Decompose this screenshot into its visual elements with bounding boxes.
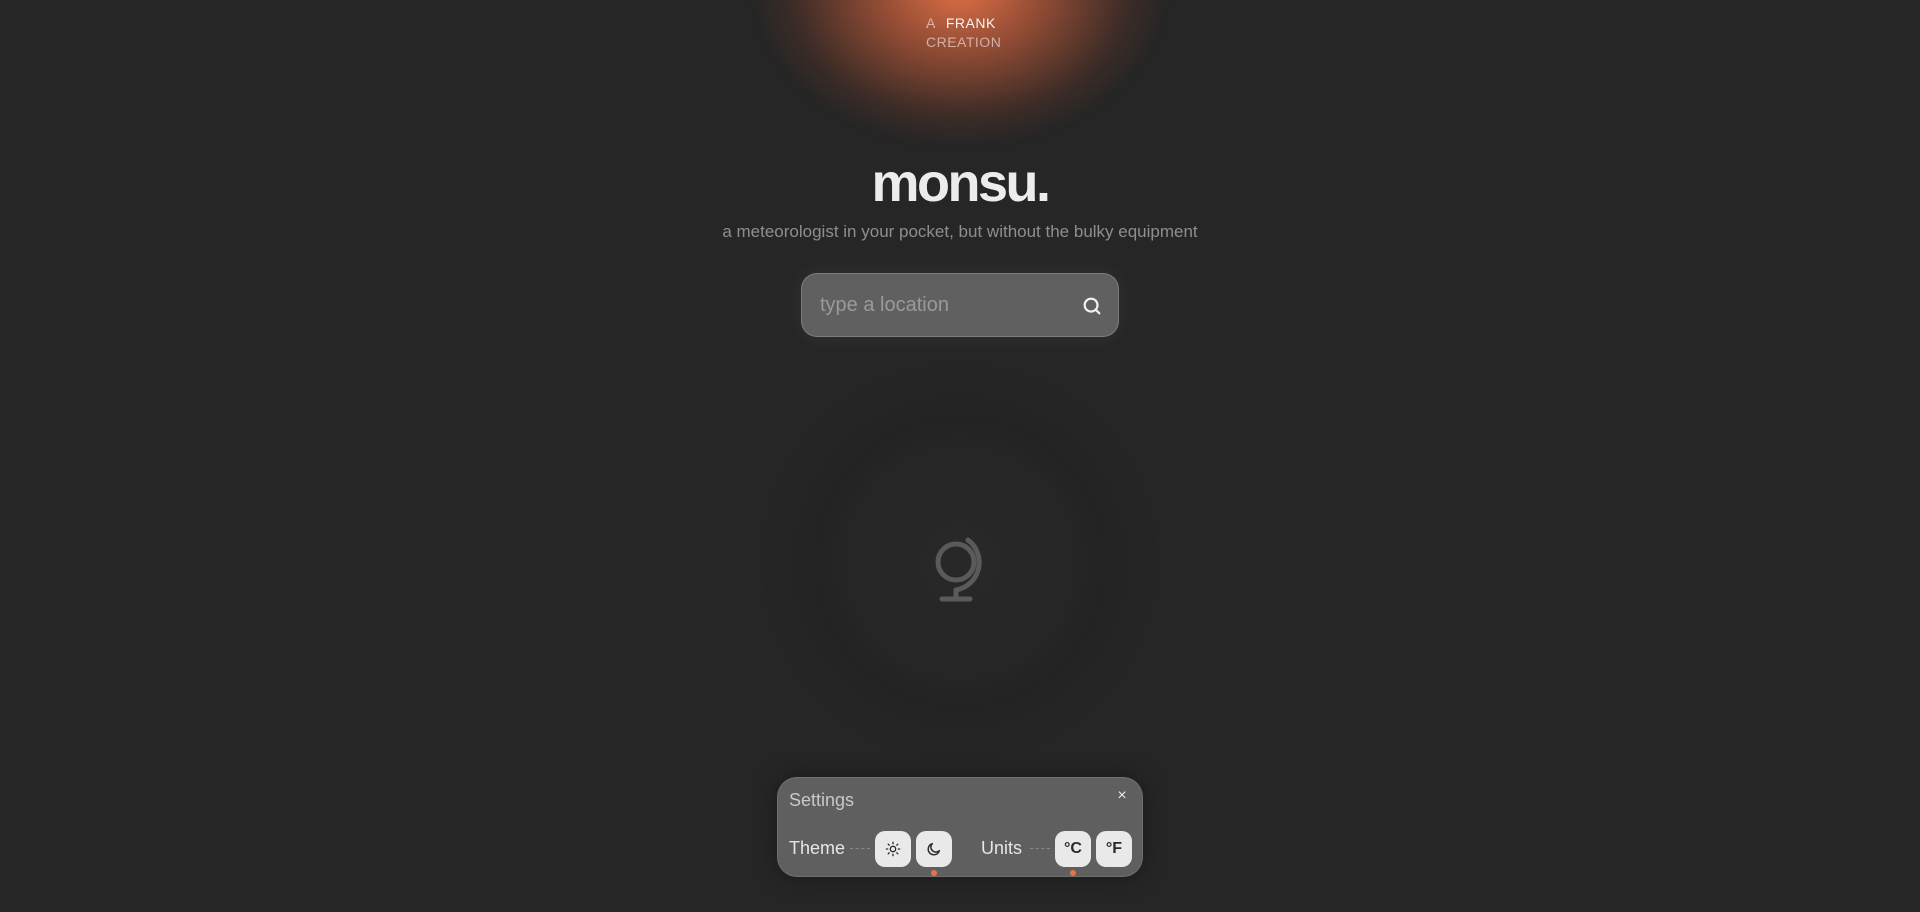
credit-name: FRANK	[945, 15, 996, 31]
search-box	[801, 273, 1119, 337]
units-divider	[1030, 848, 1050, 849]
units-label: Units	[981, 838, 1023, 858]
sun-icon	[885, 841, 901, 857]
theme-divider	[850, 848, 870, 849]
search-icon	[1083, 297, 1101, 315]
theme-selected-indicator	[931, 870, 937, 876]
settings-title: Settings	[789, 790, 855, 810]
empty-state-illustration	[816, 418, 1104, 706]
units-celsius-button[interactable]: °C	[1055, 831, 1091, 867]
units-fahrenheit-button[interactable]: °F	[1096, 831, 1132, 867]
theme-dark-button[interactable]	[916, 831, 952, 867]
app-page: A FRANK CREATION monsu. a meteorologist i…	[0, 0, 1920, 912]
credit-prefix: A	[926, 15, 936, 31]
app-title: monsu.	[871, 153, 1051, 213]
settings-panel: Settings × Theme Units °C °F	[777, 777, 1143, 877]
location-search-input[interactable]	[820, 274, 1070, 336]
globe-icon	[935, 537, 982, 602]
units-selected-indicator	[1070, 870, 1076, 876]
theme-light-button[interactable]	[875, 831, 911, 867]
app-subtitle: a meteorologist in your pocket, but with…	[722, 222, 1198, 241]
creator-credit: A FRANK CREATION	[926, 14, 1006, 52]
credit-suffix: CREATION	[926, 34, 1002, 50]
search-button[interactable]	[1080, 294, 1104, 318]
theme-label: Theme	[789, 838, 846, 858]
moon-icon	[927, 842, 941, 856]
close-icon[interactable]: ×	[1114, 788, 1130, 804]
